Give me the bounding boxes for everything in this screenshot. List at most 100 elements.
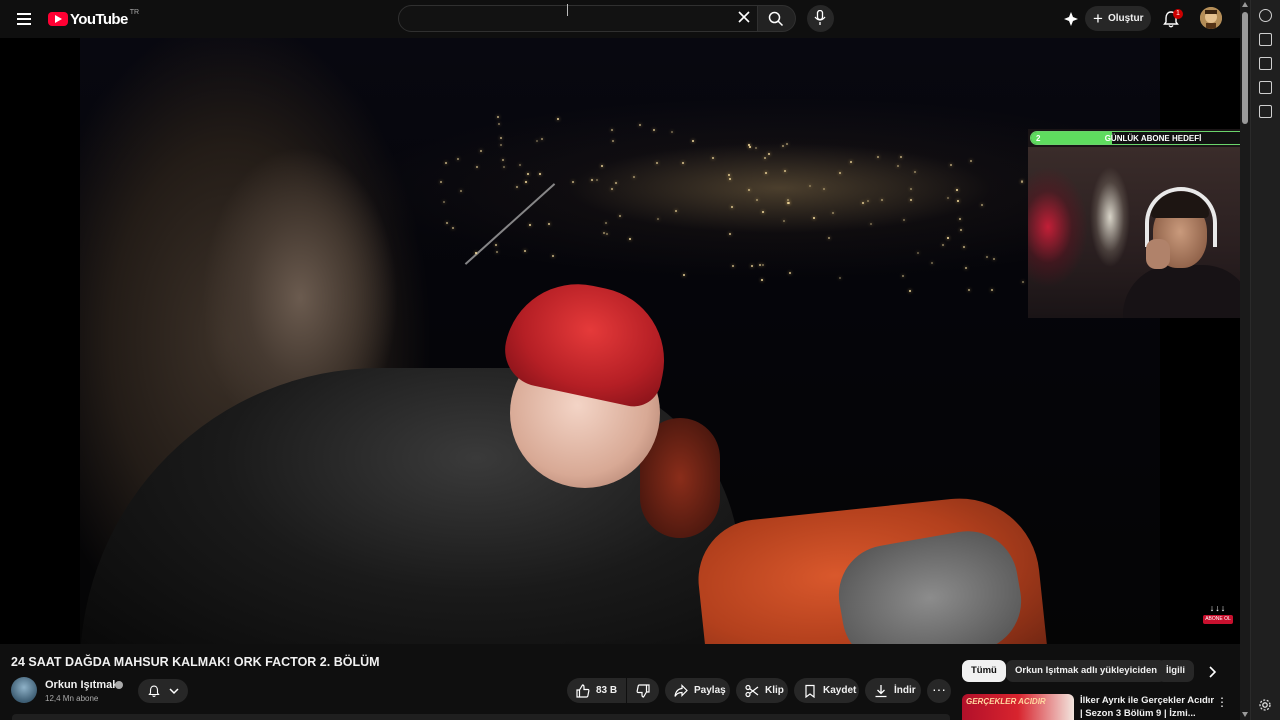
city-light	[762, 211, 765, 214]
chevron-right-icon[interactable]	[1204, 664, 1220, 680]
clip-button[interactable]: Klip	[736, 678, 788, 703]
avatar[interactable]	[1200, 7, 1222, 29]
subscribe-watermark[interactable]: ↓↓↓ ABONE OL	[1203, 604, 1233, 632]
city-light	[539, 172, 542, 175]
voice-search-button[interactable]	[807, 5, 834, 32]
city-light	[748, 146, 751, 149]
city-light	[529, 224, 532, 227]
sidebar-notes-icon[interactable]	[1259, 81, 1272, 94]
scroll-down-arrow[interactable]	[1242, 712, 1248, 717]
more-actions-button[interactable]: ···	[927, 679, 951, 703]
download-button[interactable]: İndir	[865, 678, 921, 703]
ai-sparkle-icon[interactable]	[1062, 10, 1080, 28]
city-light	[763, 157, 766, 160]
text-cursor	[567, 4, 573, 16]
thumbs-up-icon	[576, 683, 590, 698]
city-light	[501, 158, 504, 161]
city-light	[881, 198, 884, 201]
city-light	[526, 173, 529, 176]
city-light	[869, 223, 872, 226]
city-light	[502, 165, 505, 168]
sidebar-video-icon[interactable]	[1259, 33, 1272, 46]
city-light	[691, 139, 694, 142]
subscriber-count: 12,4 Mn abone	[45, 694, 99, 703]
chip-from-uploader[interactable]: Orkun Işıtmak adlı yükleyiciden	[1006, 660, 1167, 682]
recommendation-thumbnail[interactable]: GERÇEKLER ACIDIR	[962, 694, 1074, 720]
chip-related[interactable]: İlgili	[1157, 660, 1194, 682]
city-light	[475, 251, 478, 254]
recommendation-title[interactable]: İlker Ayrık ile Gerçekler Acıdır | Sezon…	[1080, 694, 1215, 720]
city-light	[728, 177, 731, 180]
share-icon	[674, 683, 688, 697]
clip-label: Klip	[765, 685, 784, 696]
more-icon: ···	[932, 681, 946, 697]
save-button[interactable]: Kaydet	[794, 678, 859, 703]
channel-avatar[interactable]	[11, 677, 37, 703]
channel-name[interactable]: Orkun Işıtmak	[45, 679, 118, 691]
city-light	[946, 236, 949, 239]
city-light	[674, 210, 677, 213]
city-light	[551, 254, 554, 257]
city-light	[479, 149, 482, 152]
arrow-down-icon: ↓↓↓	[1209, 603, 1227, 613]
city-light	[781, 144, 784, 147]
city-light	[500, 144, 503, 147]
city-light	[728, 233, 731, 236]
city-light	[828, 236, 831, 239]
menu-icon[interactable]	[12, 8, 36, 30]
scroll-up-arrow[interactable]	[1242, 2, 1248, 7]
scroll-thumb[interactable]	[1242, 12, 1248, 124]
city-light	[785, 143, 788, 146]
gear-icon[interactable]	[1258, 698, 1272, 712]
city-light	[524, 249, 527, 252]
share-button[interactable]: Paylaş	[665, 678, 730, 703]
city-light	[762, 263, 765, 266]
city-light	[755, 199, 758, 202]
sidebar-ai-icon[interactable]	[1259, 9, 1272, 22]
page-scrollbar[interactable]	[1240, 0, 1250, 720]
search-input[interactable]	[399, 6, 729, 31]
sidebar-reading-icon[interactable]	[1259, 105, 1272, 118]
city-light	[750, 265, 753, 268]
city-light	[499, 137, 502, 140]
city-light	[787, 202, 790, 205]
chip-all[interactable]: Tümü	[962, 660, 1006, 682]
more-icon[interactable]: ⋮	[1216, 696, 1228, 712]
subscription-bell-button[interactable]	[138, 679, 188, 703]
city-light	[1021, 281, 1024, 283]
dislike-button[interactable]	[627, 678, 659, 703]
search-button[interactable]	[758, 5, 796, 32]
city-light	[839, 276, 842, 279]
city-light	[440, 181, 443, 184]
headphones-shape	[1145, 187, 1217, 247]
city-light	[497, 115, 500, 118]
city-light	[967, 288, 970, 291]
city-light	[862, 202, 865, 205]
streamer-body	[1123, 265, 1253, 318]
scissors-icon	[745, 684, 759, 697]
top-bar: YouTube TR + Oluştur 1	[0, 0, 1240, 38]
city-light	[930, 262, 933, 265]
city-light	[682, 274, 685, 277]
city-light	[986, 255, 989, 258]
city-light	[867, 199, 870, 202]
city-light	[765, 171, 768, 174]
create-button[interactable]: + Oluştur	[1085, 6, 1151, 31]
bookmark-icon	[805, 684, 815, 698]
sidebar-wallet-icon[interactable]	[1259, 57, 1272, 70]
youtube-logo[interactable]: YouTube TR	[48, 9, 139, 29]
close-icon[interactable]	[737, 10, 751, 24]
city-light	[495, 251, 498, 254]
city-light	[876, 155, 879, 158]
like-button[interactable]: 83 B	[567, 678, 626, 703]
verified-icon	[115, 681, 123, 689]
city-light	[535, 140, 538, 143]
save-label: Kaydet	[823, 685, 857, 696]
search-icon	[768, 11, 784, 27]
city-light	[960, 228, 963, 231]
goal-current: 2	[1036, 134, 1041, 143]
city-light	[516, 185, 519, 188]
city-light	[601, 165, 604, 168]
city-light	[812, 217, 815, 220]
city-light	[787, 198, 790, 201]
